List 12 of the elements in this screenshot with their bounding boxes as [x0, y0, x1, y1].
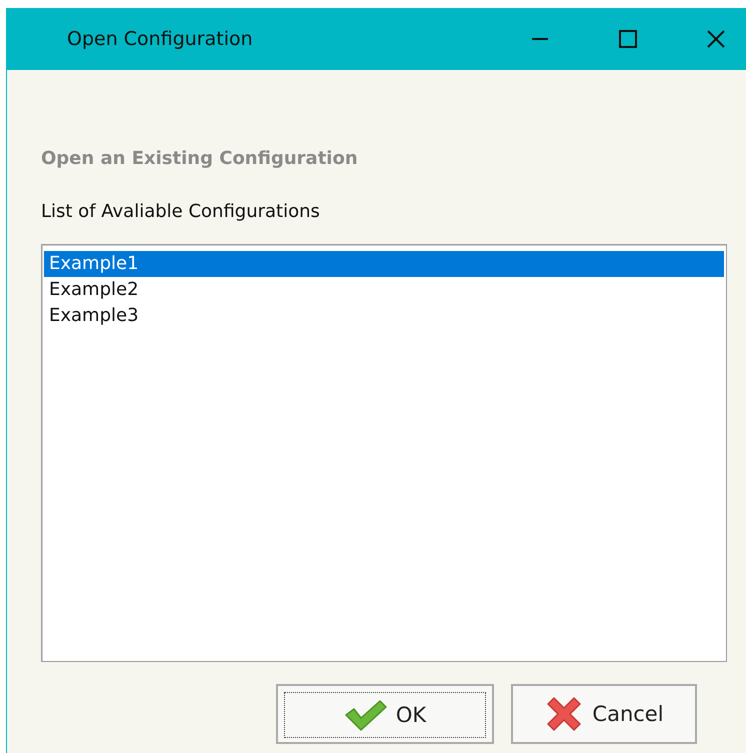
- close-icon[interactable]: [706, 29, 726, 49]
- ok-button[interactable]: OK: [276, 684, 494, 744]
- configuration-item[interactable]: Example1: [44, 251, 724, 277]
- cancel-button[interactable]: Cancel: [511, 684, 697, 744]
- maximize-icon[interactable]: [618, 29, 638, 49]
- section-heading: Open an Existing Configuration: [41, 148, 359, 169]
- window-title: Open Configuration: [67, 28, 254, 50]
- configuration-item[interactable]: Example3: [44, 303, 724, 329]
- list-label: List of Avaliable Configurations: [41, 201, 321, 222]
- configuration-list[interactable]: Example1 Example2 Example3: [41, 244, 727, 662]
- check-icon: [344, 699, 388, 731]
- configuration-item[interactable]: Example2: [44, 277, 724, 303]
